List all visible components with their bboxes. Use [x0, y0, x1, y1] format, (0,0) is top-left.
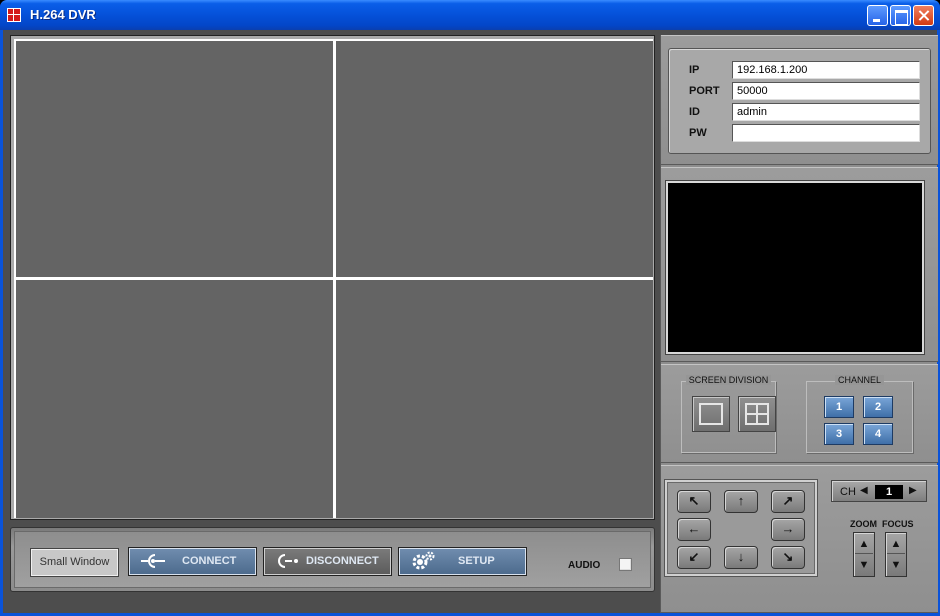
focus-label: FOCUS	[882, 519, 914, 529]
channel-button-4[interactable]: 4	[863, 423, 893, 445]
pw-input[interactable]	[732, 124, 920, 142]
video-grid	[14, 39, 653, 518]
setup-button[interactable]: SETUP	[398, 547, 527, 576]
pw-row: PW	[669, 123, 932, 143]
gears-icon	[412, 551, 435, 570]
zoom-out-button[interactable]: ▼	[855, 556, 873, 575]
ip-input[interactable]	[732, 61, 920, 79]
login-panel: IP PORT ID PW	[661, 35, 938, 165]
audio-label: AUDIO	[568, 560, 601, 571]
app-icon	[7, 8, 21, 22]
audio-checkbox[interactable]	[619, 558, 632, 571]
screen-division-group: SCREEN DIVISION	[681, 375, 776, 453]
setup-label: SETUP	[458, 555, 495, 567]
focus-control: ▲ ▼	[885, 532, 907, 577]
pan-up-right-button[interactable]: ↗	[771, 490, 805, 513]
channel-button-2[interactable]: 2	[863, 396, 893, 418]
id-row: ID	[669, 102, 932, 122]
ptz-channel-selector: CH ◀ 1 ▶	[831, 480, 927, 502]
port-row: PORT	[669, 81, 932, 101]
zoom-label: ZOOM	[850, 519, 877, 529]
ch-next-icon[interactable]: ▶	[909, 485, 917, 496]
pan-down-button[interactable]: ↓	[724, 546, 758, 569]
pan-left-button[interactable]: ←	[677, 518, 711, 541]
video-display-frame	[10, 35, 655, 520]
pan-up-left-button[interactable]: ↖	[677, 490, 711, 513]
quad-view-icon	[745, 403, 769, 425]
app-window: H.264 DVR Small Window CONNECT DISCONNEC…	[0, 0, 940, 616]
video-cell-1[interactable]	[16, 41, 333, 277]
disconnect-button[interactable]: DISCONNECT	[263, 547, 392, 576]
single-view-icon	[699, 403, 723, 425]
connect-button[interactable]: CONNECT	[128, 547, 257, 576]
unplug-icon	[278, 554, 298, 568]
ch-prev-icon[interactable]: ◀	[860, 485, 868, 496]
video-cell-3[interactable]	[16, 280, 333, 518]
plug-icon	[141, 554, 165, 568]
ptz-panel: ↖ ↑ ↗ ← → ↙ ↓ ↘ CH ◀ 1 ▶ ZOOM FOCUS ▲ ▼ …	[661, 465, 938, 613]
toolbar-inner: Small Window CONNECT DISCONNECT SETUP AU…	[14, 531, 651, 588]
pw-label: PW	[689, 127, 707, 139]
pan-up-button[interactable]: ↑	[724, 490, 758, 513]
connect-label: CONNECT	[182, 555, 237, 567]
login-box: IP PORT ID PW	[668, 48, 931, 154]
channel-button-3[interactable]: 3	[824, 423, 854, 445]
close-button[interactable]	[913, 5, 934, 26]
ip-label: IP	[689, 64, 700, 76]
channel-title: CHANNEL	[834, 375, 884, 385]
small-window-button[interactable]: Small Window	[30, 548, 119, 577]
id-label: ID	[689, 106, 700, 118]
id-input[interactable]	[732, 103, 920, 121]
division-channel-panel: SCREEN DIVISION CHANNEL 1 2 3 4	[661, 364, 938, 463]
screen-division-title: SCREEN DIVISION	[685, 375, 772, 385]
title-bar[interactable]: H.264 DVR	[0, 0, 940, 30]
window-title: H.264 DVR	[30, 7, 96, 22]
focus-far-button[interactable]: ▼	[887, 556, 905, 575]
port-label: PORT	[689, 85, 720, 97]
focus-near-button[interactable]: ▲	[887, 535, 905, 554]
pan-right-button[interactable]: →	[771, 518, 805, 541]
control-panel: IP PORT ID PW	[660, 35, 938, 613]
ptz-ch-label: CH	[840, 486, 856, 498]
single-view-button[interactable]	[692, 396, 730, 432]
pan-down-right-button[interactable]: ↘	[771, 546, 805, 569]
bottom-toolbar: Small Window CONNECT DISCONNECT SETUP AU…	[10, 527, 655, 592]
video-cell-2[interactable]	[336, 41, 653, 277]
preview-panel	[661, 167, 938, 362]
zoom-in-button[interactable]: ▲	[855, 535, 873, 554]
pan-down-left-button[interactable]: ↙	[677, 546, 711, 569]
minimize-button[interactable]	[867, 5, 888, 26]
ptz-direction-pad: ↖ ↑ ↗ ← → ↙ ↓ ↘	[665, 480, 817, 576]
video-cell-4[interactable]	[336, 280, 653, 518]
maximize-button[interactable]	[890, 5, 911, 26]
ip-row: IP	[669, 60, 932, 80]
preview-screen[interactable]	[666, 181, 924, 354]
disconnect-label: DISCONNECT	[306, 555, 379, 567]
quad-view-button[interactable]	[738, 396, 776, 432]
port-input[interactable]	[732, 82, 920, 100]
channel-group: CHANNEL 1 2 3 4	[806, 375, 913, 453]
ptz-ch-value: 1	[875, 485, 903, 499]
channel-button-1[interactable]: 1	[824, 396, 854, 418]
client-area: Small Window CONNECT DISCONNECT SETUP AU…	[3, 30, 938, 613]
zoom-control: ▲ ▼	[853, 532, 875, 577]
